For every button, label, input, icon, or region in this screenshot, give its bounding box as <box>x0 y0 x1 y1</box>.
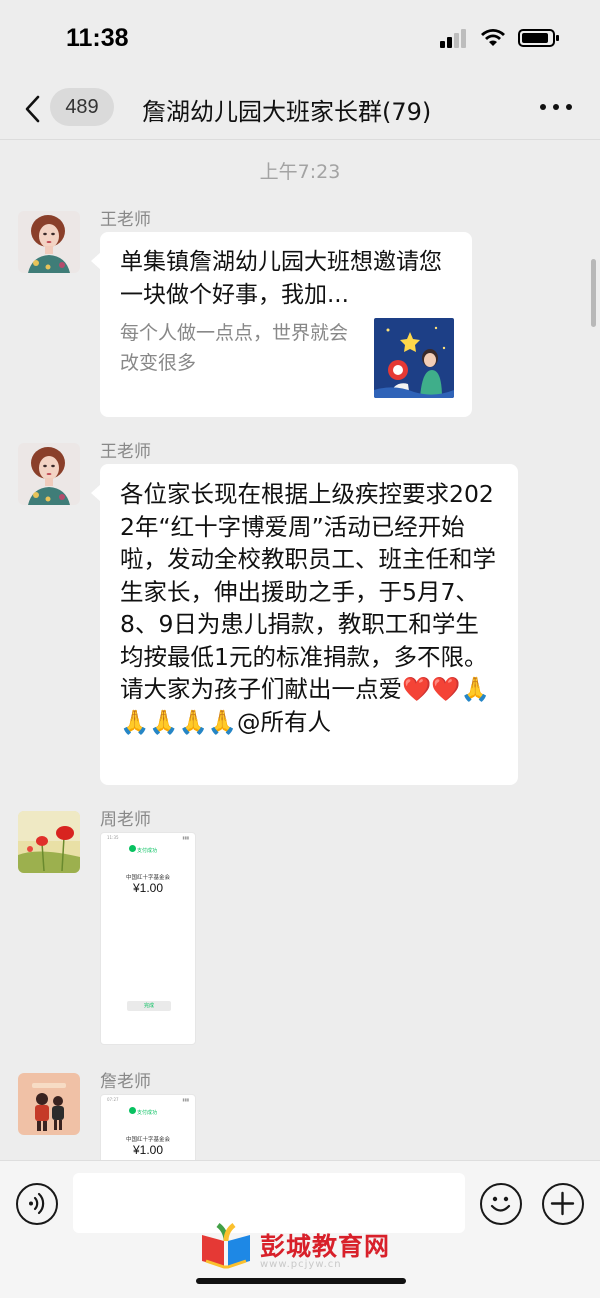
home-indicator[interactable] <box>196 1278 406 1284</box>
avatar-zhou[interactable] <box>18 811 80 873</box>
message-timestamp: 上午7:23 <box>259 161 341 183</box>
status-bar: 11:38 <box>0 0 600 78</box>
watermark-text: 彭城教育网 <box>260 1232 391 1261</box>
unread-count-badge[interactable]: 489 <box>50 88 114 126</box>
status-icons <box>440 28 560 48</box>
avatar-zhan[interactable] <box>18 1073 80 1135</box>
avatar-kids-image <box>18 1073 80 1135</box>
watermark-url: www.pcjyw.cn <box>260 1259 342 1270</box>
scrollbar[interactable] <box>591 259 596 327</box>
avatar-flower-image <box>18 811 80 873</box>
screenshot-done-button: 完成 <box>127 1001 171 1011</box>
screenshot-organization: 中国红十字基金会 <box>125 875 170 881</box>
screenshot-signal: ▮▮▮ <box>182 835 189 840</box>
sender-name: 王老师 <box>100 210 151 230</box>
screenshot-amount: ¥1.00 <box>132 881 164 895</box>
success-check-icon <box>129 845 136 852</box>
screenshot-organization: 中国红十字基金会 <box>125 1137 170 1143</box>
voice-input-button[interactable] <box>16 1183 58 1225</box>
back-button[interactable] <box>20 90 50 128</box>
screenshot-status-bar: 07:27 ▮▮▮ <box>107 1097 189 1102</box>
chevron-left-icon <box>25 95 40 123</box>
text-message[interactable]: 各位家长现在根据上级疾控要求2022年“红十字博爱周”活动已经开始啦，发动全校教… <box>91 464 518 785</box>
message-list[interactable]: 上午7:23 王老师 单集镇詹湖幼儿园大班想邀请您一块做个好事，我加... 每个… <box>0 141 600 1160</box>
payment-screenshot-image[interactable]: 11:35 ▮▮▮ 支付成功 中国红十字基金会 ¥1.00 完成 <box>100 832 196 1045</box>
message-text: 各位家长现在根据上级疾控要求2022年“红十字博爱周”活动已经开始啦，发动全校教… <box>120 480 496 736</box>
chat-header: 489 詹湖幼儿园大班家长群(79) <box>0 78 600 140</box>
avatar-wang[interactable] <box>18 211 80 273</box>
smiley-icon <box>490 1196 511 1212</box>
screenshot-status-bar: 11:35 ▮▮▮ <box>107 835 189 840</box>
screenshot-header: 支付成功 <box>137 848 158 854</box>
sender-name: 詹老师 <box>100 1072 151 1092</box>
dot-icon <box>566 104 572 110</box>
avatar-wang[interactable] <box>18 443 80 505</box>
chat-title: 詹湖幼儿园大班家长群(79) <box>142 98 432 126</box>
avatar-portrait-image <box>18 443 80 505</box>
sender-name: 王老师 <box>100 442 151 462</box>
cellular-signal-icon <box>440 29 466 48</box>
wifi-icon <box>481 29 505 46</box>
avatar-portrait-image <box>18 211 80 273</box>
watermark: 彭城教育网 www.pcjyw.cn <box>198 1221 398 1271</box>
screenshot-amount: ¥1.00 <box>132 1143 164 1157</box>
more-functions-button[interactable] <box>542 1183 584 1225</box>
link-card-thumbnail <box>374 318 454 398</box>
payment-screenshot-image[interactable]: 07:27 ▮▮▮ 支付成功 中国红十字基金会 ¥1.00 <box>100 1094 196 1160</box>
link-card-description: 每个人做一点点，世界就会改变很多 <box>120 322 349 374</box>
status-time: 11:38 <box>66 24 129 52</box>
screenshot-header: 支付成功 <box>137 1110 158 1116</box>
success-check-icon <box>129 1107 136 1114</box>
book-logo-icon <box>202 1223 250 1269</box>
link-card-title: 单集镇詹湖幼儿园大班想邀请您一块做个好事，我加... <box>120 249 442 308</box>
dot-icon <box>553 104 559 110</box>
screenshot-signal: ▮▮▮ <box>182 1097 189 1102</box>
screenshot-time: 11:35 <box>107 835 119 840</box>
link-card-message[interactable]: 单集镇詹湖幼儿园大班想邀请您一块做个好事，我加... 每个人做一点点，世界就会改… <box>91 232 472 417</box>
charity-illustration-image <box>374 318 454 398</box>
sender-name: 周老师 <box>100 810 151 830</box>
screenshot-time: 07:27 <box>107 1097 119 1102</box>
battery-icon <box>518 29 559 47</box>
dot-icon <box>540 104 546 110</box>
plus-icon <box>550 1191 575 1216</box>
more-options-button[interactable] <box>540 104 572 110</box>
emoji-button[interactable] <box>480 1183 522 1225</box>
voice-icon <box>29 1192 45 1215</box>
